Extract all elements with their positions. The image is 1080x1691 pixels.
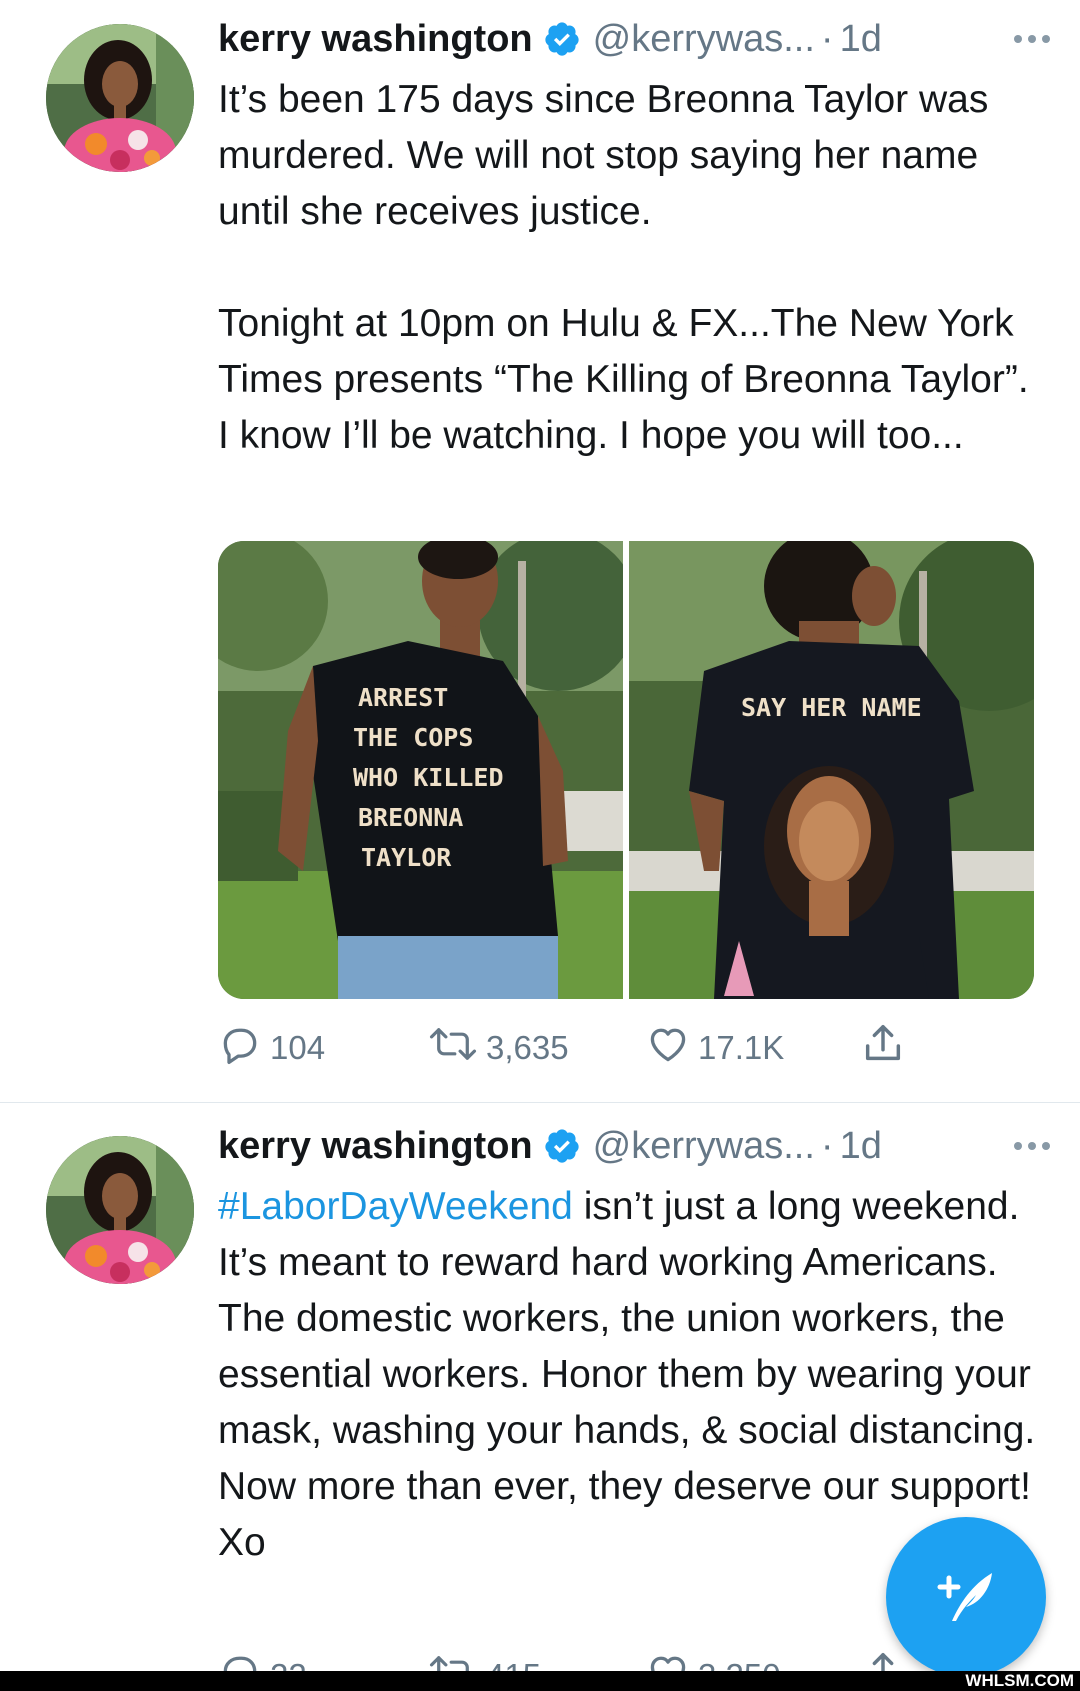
reply-icon xyxy=(218,1022,270,1074)
tweet-header: kerry washington @kerrywas... · 1d xyxy=(218,14,1060,64)
verified-icon xyxy=(543,20,581,58)
hashtag-link[interactable]: #LaborDayWeekend xyxy=(218,1185,573,1228)
author-name[interactable]: kerry washington xyxy=(218,14,533,64)
separator: · xyxy=(820,18,834,60)
shirt-text: TAYLOR xyxy=(361,843,452,872)
tweet-paragraph: Tonight at 10pm on Hulu & FX...The New Y… xyxy=(218,302,1029,457)
author-avatar[interactable] xyxy=(46,24,194,172)
tweet-media[interactable]: ARREST THE COPS WHO KILLED BREONNA TAYLO… xyxy=(218,541,1034,999)
author-name[interactable]: kerry washington xyxy=(218,1121,533,1171)
verified-icon xyxy=(543,1127,581,1165)
reply-count: 104 xyxy=(270,1029,326,1066)
more-icon[interactable] xyxy=(1012,1121,1052,1171)
tweet-photo[interactable]: ARREST THE COPS WHO KILLED BREONNA TAYLO… xyxy=(218,541,623,999)
shirt-text: THE COPS xyxy=(353,723,473,752)
share-icon xyxy=(860,1021,914,1075)
tweet-actions: 104 3,635 17.1K xyxy=(218,1022,918,1074)
tweet-text: It’s been 175 days since Breonna Taylor … xyxy=(218,72,1038,464)
like-icon xyxy=(646,1022,698,1074)
tweet-paragraph: It’s been 175 days since Breonna Taylor … xyxy=(218,78,989,233)
share-button[interactable] xyxy=(860,1022,914,1074)
tweet-time[interactable]: 1d xyxy=(840,1121,882,1171)
tweet-text-body: isn’t just a long weekend. It’s meant to… xyxy=(218,1185,1036,1564)
tweet-paragraph: #LaborDayWeekend isn’t just a long weeke… xyxy=(218,1179,1038,1571)
watermark: WHLSM.COM xyxy=(965,1671,1074,1690)
retweet-button[interactable]: 3,635 xyxy=(428,1022,569,1074)
compose-tweet-icon xyxy=(930,1559,1002,1636)
tweet-time[interactable]: 1d xyxy=(840,14,882,64)
author-handle[interactable]: @kerrywas... xyxy=(593,1121,815,1171)
shirt-text: BREONNA xyxy=(358,803,463,832)
tweet[interactable]: kerry washington @kerrywas... · 1d It’s … xyxy=(0,0,1080,1103)
tweet-header: kerry washington @kerrywas... · 1d xyxy=(218,1121,1060,1171)
author-handle[interactable]: @kerrywas... xyxy=(593,14,815,64)
retweet-icon xyxy=(428,1022,486,1074)
like-button[interactable]: 17.1K xyxy=(646,1022,784,1074)
author-avatar[interactable] xyxy=(46,1136,194,1284)
like-count: 17.1K xyxy=(698,1029,785,1066)
shirt-text: ARREST xyxy=(358,683,448,712)
shirt-text: WHO KILLED xyxy=(353,763,504,792)
compose-tweet-button[interactable] xyxy=(886,1517,1046,1677)
reply-button[interactable]: 104 xyxy=(218,1022,325,1074)
more-icon[interactable] xyxy=(1012,14,1052,64)
retweet-count: 3,635 xyxy=(486,1029,569,1066)
watermark-bar: WHLSM.COM xyxy=(0,1671,1080,1691)
shirt-text: SAY HER NAME xyxy=(741,693,922,722)
tweet-text: #LaborDayWeekend isn’t just a long weeke… xyxy=(218,1179,1038,1571)
separator: · xyxy=(820,1125,834,1167)
tweet-photo[interactable]: SAY HER NAME xyxy=(629,541,1034,999)
